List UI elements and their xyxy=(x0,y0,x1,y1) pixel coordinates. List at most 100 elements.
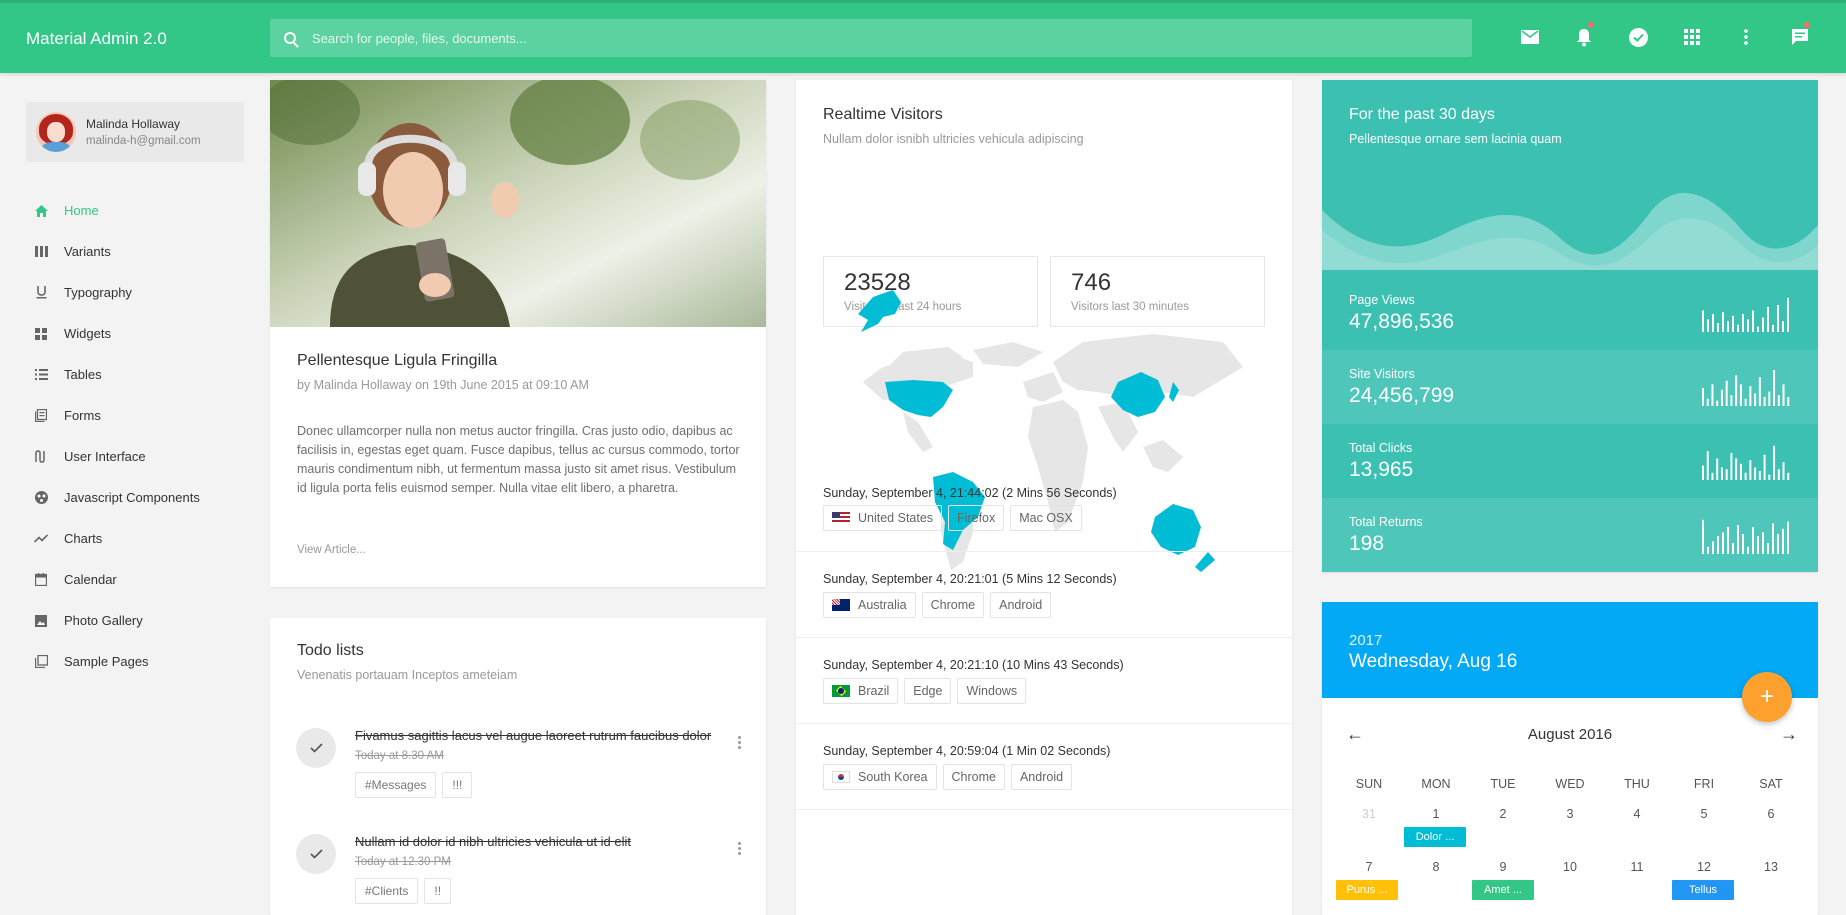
sparkline-chart xyxy=(1702,445,1790,480)
calendar-event[interactable]: Tellus xyxy=(1672,880,1734,900)
sidebar-item-widgets[interactable]: Widgets xyxy=(34,313,200,354)
country-tag[interactable]: Brazil xyxy=(823,678,899,704)
realtime-visitors-card: Realtime Visitors Nullam dolor isnibh ul… xyxy=(796,80,1292,915)
article-body: Donec ullamcorper nulla non metus auctor… xyxy=(297,424,740,495)
calendar-event[interactable]: Dolor ... xyxy=(1404,827,1466,847)
pages-icon xyxy=(34,655,48,669)
stat-row-total-returns: Total Returns 198 xyxy=(1322,498,1818,572)
calendar-day[interactable]: 13 xyxy=(1741,860,1801,874)
todo-tag[interactable]: !! xyxy=(424,878,452,904)
os-tag[interactable]: Windows xyxy=(957,678,1027,704)
sidebar-item-label: Forms xyxy=(64,408,101,423)
sidebar-item-home[interactable]: Home xyxy=(34,190,200,231)
calendar-day[interactable]: 6 xyxy=(1741,807,1801,821)
stat-label: Total Returns xyxy=(1349,515,1423,529)
country-tag[interactable]: South Korea xyxy=(823,764,937,790)
calendar-day[interactable]: 8 xyxy=(1406,860,1466,874)
os-tag[interactable]: Android xyxy=(1010,764,1073,790)
os-tag[interactable]: Mac OSX xyxy=(1010,505,1082,531)
wave-chart xyxy=(1322,192,1818,270)
browser-tag[interactable]: Edge xyxy=(904,678,952,704)
sparkline-bar xyxy=(1739,463,1742,480)
chat-icon[interactable] xyxy=(1788,22,1812,49)
visit-row: Sunday, September 4, 21:44:02 (2 Mins 56… xyxy=(796,486,1292,552)
sidebar-item-label: User Interface xyxy=(64,449,146,464)
country-name: South Korea xyxy=(858,770,928,784)
mail-icon[interactable] xyxy=(1518,25,1542,49)
sparkline-bar xyxy=(1772,324,1774,332)
calendar-event[interactable]: Purus ... xyxy=(1336,880,1398,900)
sidebar-item-user-interface[interactable]: User Interface xyxy=(34,436,200,477)
calendar-day[interactable]: 10 xyxy=(1540,860,1600,874)
more-vert-icon[interactable] xyxy=(738,736,741,749)
view-article-link[interactable]: View Article... xyxy=(297,544,366,556)
country-tag[interactable]: Australia xyxy=(823,592,916,618)
next-month-button[interactable]: → xyxy=(1780,724,1798,745)
browser-tag[interactable]: Chrome xyxy=(942,764,1005,790)
calendar-day[interactable]: 3 xyxy=(1540,807,1600,821)
sparkline-bar xyxy=(1711,384,1714,406)
sidebar-item-photo-gallery[interactable]: Photo Gallery xyxy=(34,600,200,641)
calendar-year: 2017 xyxy=(1349,632,1383,649)
sidebar-item-typography[interactable]: Typography xyxy=(34,272,200,313)
sparkline-bar xyxy=(1725,380,1728,406)
more-vert-icon[interactable] xyxy=(1734,25,1758,49)
sparkline-bar xyxy=(1716,458,1719,480)
browser-tag[interactable]: Chrome xyxy=(921,592,985,618)
article-title[interactable]: Pellentesque Ligula Fringilla xyxy=(297,352,497,370)
sidebar-item-javascript-components[interactable]: Javascript Components xyxy=(34,477,200,518)
notifications-icon[interactable] xyxy=(1572,22,1596,49)
visit-time: Sunday, September 4, 20:59:04 (1 Min 02 … xyxy=(823,744,1111,758)
calendar-day[interactable]: 4 xyxy=(1607,807,1667,821)
stats-title: For the past 30 days xyxy=(1349,106,1495,123)
sparkline-bar xyxy=(1749,460,1752,480)
check-circle-icon[interactable] xyxy=(1626,25,1650,49)
sparkline-bar xyxy=(1722,532,1724,554)
calendar-day[interactable]: 9 xyxy=(1473,860,1533,874)
sparkline-bar xyxy=(1773,370,1776,406)
todo-item-text: Fivamus sagittis lacus vel augue laoreet… xyxy=(355,728,712,743)
visit-row: Sunday, September 4, 20:59:04 (1 Min 02 … xyxy=(796,724,1292,810)
country-tag[interactable]: United States xyxy=(823,505,943,531)
calendar-day[interactable]: 12 xyxy=(1674,860,1734,874)
more-vert-icon[interactable] xyxy=(738,842,741,855)
sparkline-bar xyxy=(1787,521,1789,554)
apps-grid-icon[interactable] xyxy=(1680,25,1704,49)
au-flag-icon xyxy=(832,599,850,611)
sparkline-bar xyxy=(1722,312,1724,332)
os-tag[interactable]: Android xyxy=(990,592,1052,618)
calendar-day[interactable]: 11 xyxy=(1607,860,1667,874)
browser-tag[interactable]: Firefox xyxy=(948,505,1005,531)
brand-title[interactable]: Material Admin 2.0 xyxy=(26,29,167,49)
user-profile[interactable]: Malinda Hollaway malinda-h@gmail.com xyxy=(26,102,244,162)
sparkline-bar xyxy=(1754,467,1757,480)
sidebar-item-forms[interactable]: Forms xyxy=(34,395,200,436)
sidebar-item-calendar[interactable]: Calendar xyxy=(34,559,200,600)
todo-tag[interactable]: #Messages xyxy=(355,772,437,798)
add-event-button[interactable]: + xyxy=(1742,672,1792,722)
calendar-day[interactable]: 5 xyxy=(1674,807,1734,821)
sidebar-item-tables[interactable]: Tables xyxy=(34,354,200,395)
sidebar-item-variants[interactable]: Variants xyxy=(34,231,200,272)
sparkline-bar xyxy=(1707,319,1709,332)
weekday-label: MON xyxy=(1421,777,1451,791)
check-icon[interactable] xyxy=(296,834,336,874)
search-bar[interactable] xyxy=(270,19,1472,57)
calendar-day[interactable]: 1 xyxy=(1406,807,1466,821)
calendar-day[interactable]: 31 xyxy=(1339,807,1399,821)
sparkline-bar xyxy=(1730,395,1733,406)
sidebar-item-charts[interactable]: Charts xyxy=(34,518,200,559)
sparkline-bar xyxy=(1725,469,1728,480)
todo-tag[interactable]: !!! xyxy=(442,772,473,798)
sidebar-item-label: Javascript Components xyxy=(64,490,200,505)
calendar-day[interactable]: 7 xyxy=(1339,860,1399,874)
calendar-day[interactable]: 2 xyxy=(1473,807,1533,821)
calendar-event[interactable]: Amet ... xyxy=(1472,880,1534,900)
visit-time: Sunday, September 4, 21:44:02 (2 Mins 56… xyxy=(823,486,1117,500)
todo-tag[interactable]: #Clients xyxy=(355,878,419,904)
sparkline-bar xyxy=(1787,397,1790,406)
search-input[interactable] xyxy=(312,30,1412,46)
sparkline-bar xyxy=(1772,523,1774,554)
check-icon[interactable] xyxy=(296,728,336,768)
sidebar-item-sample-pages[interactable]: Sample Pages xyxy=(34,641,200,682)
